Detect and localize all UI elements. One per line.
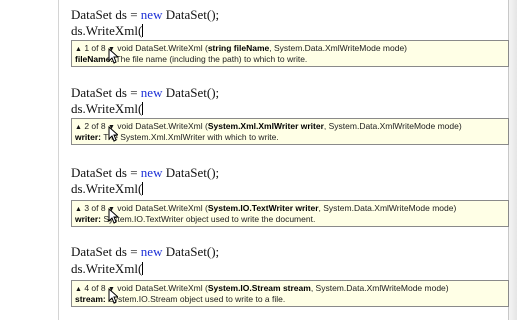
code-line-dataset-3[interactable]: DataSet ds = new DataSet(); (71, 165, 219, 180)
editor-margin-line (58, 0, 59, 320)
signature-suffix: , System.Data.XmlWriteMode mode) (323, 121, 462, 131)
code-line-writexml-4[interactable]: ds.WriteXml( (71, 261, 144, 276)
parameter-info-tooltip-2: ▲ 2 of 8 ▼ void DataSet.WriteXml (System… (71, 118, 509, 145)
parameter-description: System.IO.TextWriter object used to writ… (100, 214, 316, 224)
vertical-scrollbar[interactable] (508, 0, 517, 320)
overload-counter: 4 of 8 (84, 283, 106, 293)
parameter-name: writer: (75, 214, 101, 224)
up-arrow-icon[interactable]: ▲ (75, 46, 82, 53)
parameter-description: The System.Xml.XmlWriter with which to w… (100, 132, 279, 142)
keyword-new: new (140, 244, 163, 259)
code-line-dataset-1[interactable]: DataSet ds = new DataSet(); (71, 7, 219, 22)
mouse-pointer-icon (108, 288, 118, 304)
overload-counter: 2 of 8 (84, 121, 106, 131)
parameter-description: System.IO.Stream object used to write to… (105, 294, 286, 304)
up-arrow-icon[interactable]: ▲ (75, 124, 82, 131)
parameter-description: The file name (including the path) to wh… (113, 54, 308, 64)
overload-counter: 3 of 8 (84, 203, 106, 213)
code-line-dataset-4[interactable]: DataSet ds = new DataSet(); (71, 244, 219, 259)
text-caret (142, 24, 144, 37)
signature-prefix: void DataSet.WriteXml ( (117, 283, 208, 293)
parameter-info-tooltip-3: ▲ 3 of 8 ▼ void DataSet.WriteXml (System… (71, 200, 509, 227)
code-line-writexml-2[interactable]: ds.WriteXml( (71, 101, 144, 116)
up-arrow-icon[interactable]: ▲ (75, 206, 82, 213)
text-caret (142, 182, 144, 195)
overload-counter: 1 of 8 (84, 43, 106, 53)
keyword-new: new (140, 165, 163, 180)
parameter-name: writer: (75, 132, 101, 142)
current-parameter: string fileName (207, 43, 270, 53)
code-line-dataset-2[interactable]: DataSet ds = new DataSet(); (71, 85, 219, 100)
up-arrow-icon[interactable]: ▲ (75, 286, 82, 293)
keyword-new: new (140, 7, 163, 22)
keyword-new: new (140, 85, 163, 100)
signature-prefix: void DataSet.WriteXml ( (117, 43, 208, 53)
text-caret (142, 262, 144, 275)
parameter-name: stream: (75, 294, 106, 304)
signature-suffix: , System.Data.XmlWriteMode mode) (269, 43, 408, 53)
signature-prefix: void DataSet.WriteXml ( (117, 121, 208, 131)
signature-prefix: void DataSet.WriteXml ( (117, 203, 208, 213)
mouse-pointer-icon (108, 126, 118, 142)
signature-suffix: , System.Data.XmlWriteMode mode) (310, 283, 449, 293)
code-line-writexml-3[interactable]: ds.WriteXml( (71, 181, 144, 196)
signature-suffix: , System.Data.XmlWriteMode mode) (318, 203, 457, 213)
parameter-info-tooltip-1: ▲ 1 of 8 ▼ void DataSet.WriteXml (string… (71, 40, 509, 67)
current-parameter: System.Xml.XmlWriter writer (207, 121, 324, 131)
mouse-pointer-icon (108, 208, 118, 224)
current-parameter: System.IO.TextWriter writer (207, 203, 319, 213)
parameter-info-tooltip-4: ▲ 4 of 8 ▼ void DataSet.WriteXml (System… (71, 280, 509, 307)
text-caret (142, 102, 144, 115)
code-line-writexml-1[interactable]: ds.WriteXml( (71, 23, 144, 38)
mouse-pointer-icon (108, 48, 118, 64)
current-parameter: System.IO.Stream stream (207, 283, 311, 293)
